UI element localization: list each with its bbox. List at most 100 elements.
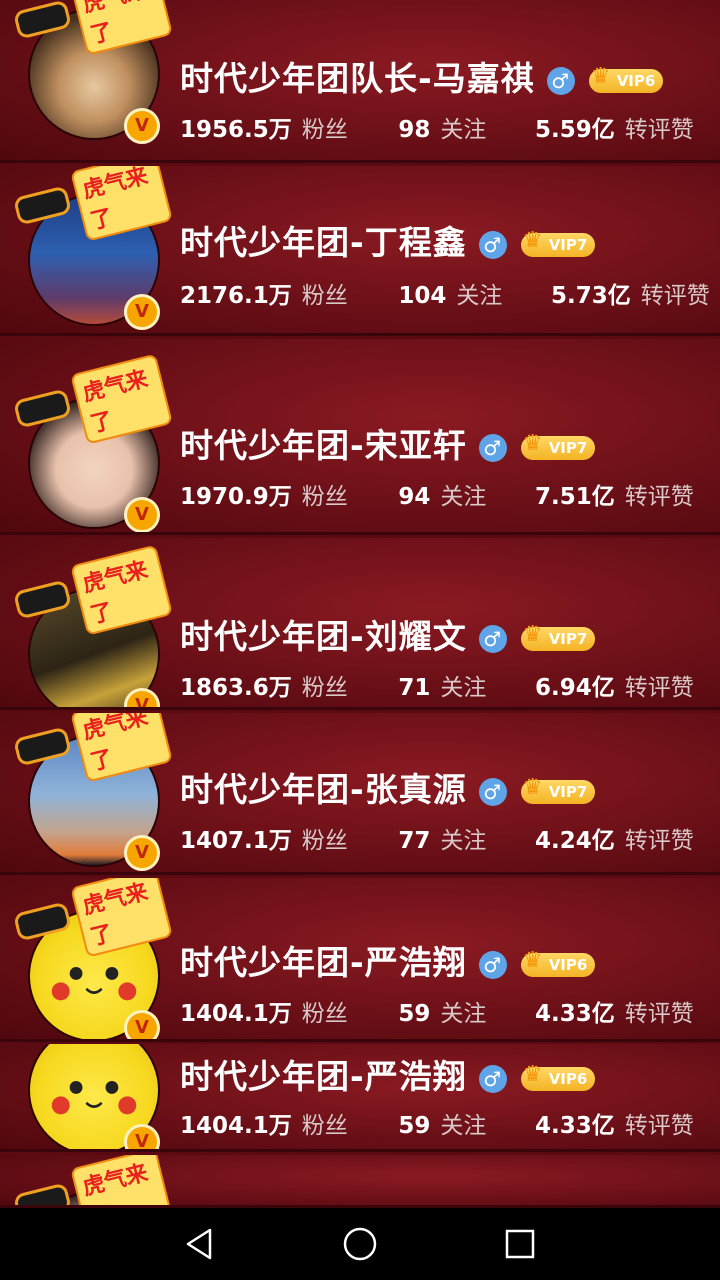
fans-label: 粉丝 (301, 828, 348, 854)
male-gender-icon: ♂ (478, 230, 507, 259)
user-name[interactable]: 时代少年团-张真源 (180, 770, 467, 809)
fans-label: 粉丝 (301, 675, 348, 701)
fans-label: 粉丝 (301, 283, 348, 309)
following-count: 77 (398, 828, 431, 854)
vip-level: VIP7 (548, 235, 588, 254)
following-label: 关注 (440, 1113, 487, 1139)
back-triangle-icon[interactable] (180, 1224, 220, 1264)
user-name-line[interactable]: 时代少年团-刘耀文 ♂ ♛ VIP7 (180, 610, 596, 658)
sunglasses-icon (12, 726, 73, 767)
user-row[interactable]: 虎气来了 V 时代少年团-丁程鑫 ♂ ♛ VIP7 2176.1万 粉丝 104 关注 5… (0, 166, 720, 336)
user-name-line[interactable]: 时代少年团队长-马嘉祺 ♂ ♛ VIP6 (180, 52, 664, 100)
fans-count: 1407.1万 (180, 828, 292, 854)
likes-count: 4.33亿 (535, 1001, 615, 1027)
user-row[interactable]: 虎气来了 V 时代少年团-刘耀文 ♂ ♛ VIP7 1863.6万 粉丝 71 关注 6.… (0, 538, 720, 710)
avatar-container[interactable]: 虎气来了 V (12, 0, 173, 144)
user-stats: 1863.6万 粉丝 71 关注 6.94亿 转评赞 (180, 668, 694, 702)
likes-count: 5.73亿 (551, 283, 631, 309)
vip-level: VIP7 (548, 438, 588, 457)
tiger-sticker-text: 虎气来了 (70, 713, 173, 783)
avatar-container[interactable]: 虎气来了 (12, 1155, 173, 1208)
user-name[interactable]: 时代少年团-丁程鑫 (180, 223, 467, 262)
user-row[interactable]: V 时代少年团-严浩翔 ♂ ♛ VIP6 1404.1万 粉丝 59 关注 4.33亿 转评… (0, 1044, 720, 1152)
sunglasses-icon (12, 388, 73, 429)
user-row[interactable]: 虎气来了 V 时代少年团-张真源 ♂ ♛ VIP7 1407.1万 粉丝 77 关注 4.… (0, 713, 720, 875)
following-label: 关注 (440, 484, 487, 510)
user-name-line[interactable]: 时代少年团-严浩翔 ♂ ♛ VIP6 (180, 1050, 596, 1098)
crown-icon: ♛ (590, 63, 611, 89)
crown-icon: ♛ (522, 1061, 543, 1087)
user-stats: 2176.1万 粉丝 104 关注 5.73亿 转评赞 (180, 276, 710, 310)
vip-level: VIP6 (616, 71, 656, 90)
verified-badge-icon: V (124, 835, 160, 871)
following-count: 71 (398, 675, 431, 701)
verified-badge-icon: V (124, 294, 160, 330)
fans-count: 1404.1万 (180, 1001, 292, 1027)
vip-badge: ♛ VIP6 (520, 948, 596, 977)
user-stats: 1970.9万 粉丝 94 关注 7.51亿 转评赞 (180, 477, 694, 511)
following-count: 59 (398, 1113, 431, 1139)
verified-badge-icon: V (124, 497, 160, 533)
vip-badge: ♛ VIP7 (520, 228, 596, 257)
user-name-line[interactable]: 时代少年团-张真源 ♂ ♛ VIP7 (180, 763, 596, 811)
male-gender-icon: ♂ (546, 66, 575, 95)
tiger-sticker: 虎气来了 (10, 352, 173, 445)
crown-icon: ♛ (522, 774, 543, 800)
avatar-container[interactable]: 虎气来了 V (12, 544, 173, 710)
tiger-sticker: 虎气来了 (10, 543, 173, 636)
sunglasses-icon (12, 901, 73, 942)
user-name-line[interactable]: 时代少年团-宋亚轩 ♂ ♛ VIP7 (180, 419, 596, 467)
user-name[interactable]: 时代少年团-宋亚轩 (180, 426, 467, 465)
home-circle-icon[interactable] (340, 1224, 380, 1264)
crown-icon: ♛ (522, 947, 543, 973)
following-label: 关注 (440, 117, 487, 143)
likes-label: 转评赞 (624, 675, 694, 701)
avatar-container[interactable]: V (18, 1044, 168, 1152)
vip-badge: ♛ VIP7 (520, 622, 596, 651)
user-row[interactable]: 虎气来了 V 时代少年团队长-马嘉祺 ♂ ♛ VIP6 1956.5万 粉丝 98 关注 … (0, 0, 720, 163)
following-label: 关注 (440, 828, 487, 854)
tiger-sticker-text: 虎气来了 (70, 166, 173, 242)
following-count: 104 (398, 283, 447, 309)
following-count: 94 (398, 484, 431, 510)
male-gender-icon: ♂ (478, 777, 507, 806)
likes-label: 转评赞 (624, 117, 694, 143)
user-name[interactable]: 时代少年团-刘耀文 (180, 617, 467, 656)
following-label: 关注 (456, 283, 503, 309)
avatar-container[interactable]: 虎气来了 V (12, 353, 173, 533)
likes-label: 转评赞 (624, 484, 694, 510)
user-stats: 1407.1万 粉丝 77 关注 4.24亿 转评赞 (180, 821, 694, 855)
user-stats: 1956.5万 粉丝 98 关注 5.59亿 转评赞 (180, 110, 694, 144)
user-name[interactable]: 时代少年团-严浩翔 (180, 1057, 467, 1096)
male-gender-icon: ♂ (478, 433, 507, 462)
following-label: 关注 (440, 675, 487, 701)
fans-label: 粉丝 (301, 1001, 348, 1027)
user-row-partial[interactable]: 虎气来了 (0, 1155, 720, 1208)
vip-badge: ♛ VIP6 (520, 1062, 596, 1091)
vip-level: VIP7 (548, 629, 588, 648)
user-name[interactable]: 时代少年团-严浩翔 (180, 943, 467, 982)
tiger-sticker: 虎气来了 (10, 1155, 173, 1208)
user-name-line[interactable]: 时代少年团-严浩翔 ♂ ♛ VIP6 (180, 936, 596, 984)
likes-count: 4.24亿 (535, 828, 615, 854)
user-name[interactable]: 时代少年团队长-马嘉祺 (180, 59, 535, 98)
recent-square-icon[interactable] (500, 1224, 540, 1264)
user-row[interactable]: 虎气来了 V 时代少年团-严浩翔 ♂ ♛ VIP6 1404.1万 粉丝 59 关注 4.… (0, 878, 720, 1042)
sunglasses-icon (12, 185, 73, 226)
avatar-container[interactable]: 虎气来了 V (12, 878, 173, 1042)
fans-label: 粉丝 (301, 1113, 348, 1139)
vip-badge: ♛ VIP7 (520, 431, 596, 460)
avatar-container[interactable]: 虎气来了 V (12, 713, 173, 871)
user-row[interactable]: 虎气来了 V 时代少年团-宋亚轩 ♂ ♛ VIP7 1970.9万 粉丝 94 关注 7.… (0, 339, 720, 535)
avatar-container[interactable]: 虎气来了 V (12, 166, 173, 330)
verified-badge-icon: V (124, 1010, 160, 1042)
tiger-sticker-text: 虎气来了 (70, 353, 173, 445)
crown-icon: ♛ (522, 227, 543, 253)
likes-count: 6.94亿 (535, 675, 615, 701)
vip-level: VIP6 (548, 955, 588, 974)
male-gender-icon: ♂ (478, 1064, 507, 1093)
vip-level: VIP7 (548, 782, 588, 801)
user-name-line[interactable]: 时代少年团-丁程鑫 ♂ ♛ VIP7 (180, 216, 596, 264)
tiger-sticker: 虎气来了 (10, 0, 173, 56)
tiger-sticker: 虎气来了 (10, 878, 173, 958)
